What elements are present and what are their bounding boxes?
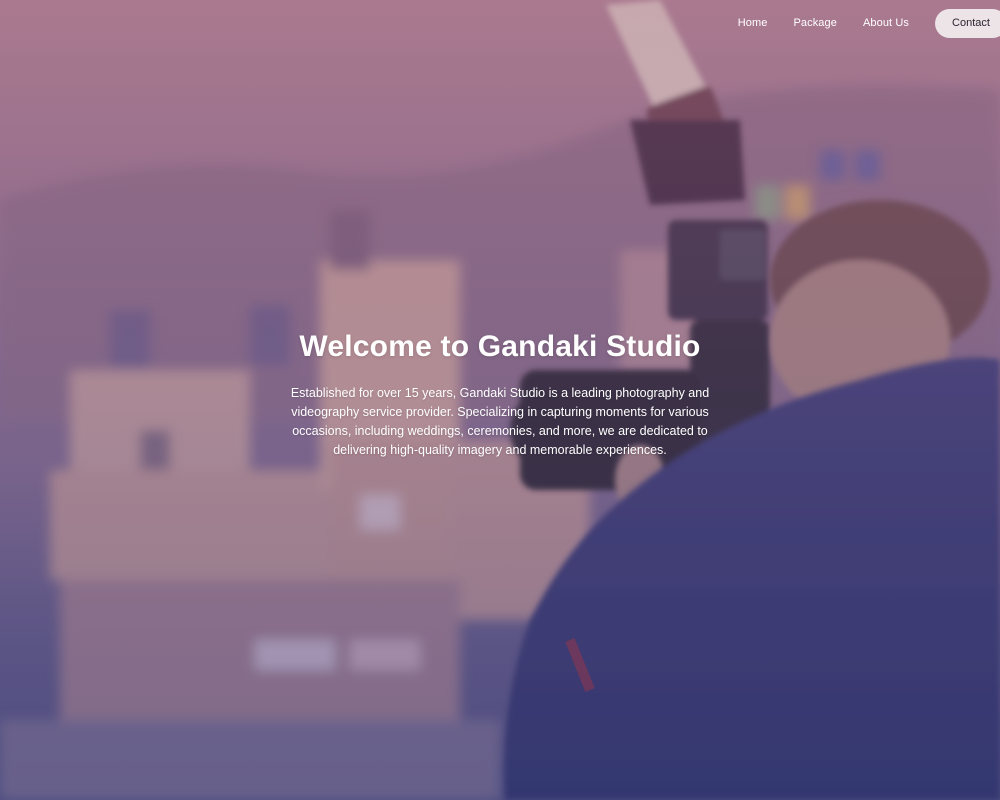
- page: Home Package About Us Contact Welcome to…: [0, 0, 1000, 800]
- nav-home-link[interactable]: Home: [738, 17, 768, 29]
- contact-button[interactable]: Contact: [935, 8, 1000, 38]
- hero-section: Welcome to Gandaki Studio Established fo…: [0, 330, 1000, 460]
- hero-title: Welcome to Gandaki Studio: [299, 330, 701, 363]
- nav-package-link[interactable]: Package: [793, 17, 837, 29]
- hero-description: Established for over 15 years, Gandaki S…: [290, 386, 710, 457]
- nav-about-link[interactable]: About Us: [863, 17, 909, 29]
- top-nav: Home Package About Us Contact: [738, 8, 1000, 38]
